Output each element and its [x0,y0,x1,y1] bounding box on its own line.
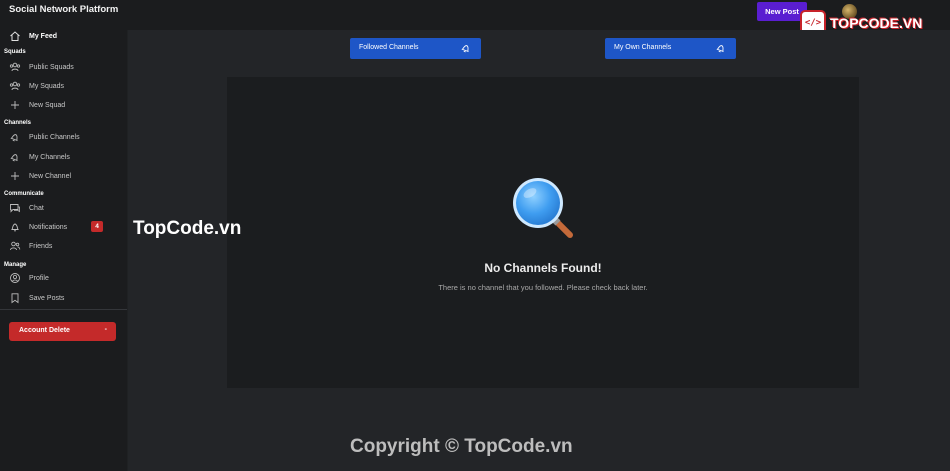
sidebar-item-notifications[interactable]: Notifications 4 [0,218,127,236]
sidebar-item-label: My Feed [29,32,58,40]
logo-text: TOPCODE.VN [830,15,923,31]
empty-state-message: There is no channel that you followed. P… [438,283,648,292]
sidebar-item-public-squads[interactable]: Public Squads [0,58,127,76]
empty-state-title: No Channels Found! [484,261,602,275]
sidebar: My Feed Squads Public Squads My Squads N… [0,26,127,471]
sidebar-item-label: Chat [29,204,44,212]
sidebar-item-label: My Squads [29,82,65,90]
bell-icon [10,154,18,162]
magnifier-icon [513,178,573,238]
group-icon [9,81,21,91]
bell-icon [10,134,18,142]
sidebar-item-my-feed[interactable]: My Feed [0,27,127,45]
account-delete-label: Account Delete [19,327,70,334]
tab-label: My Own Channels [614,44,672,51]
sidebar-item-label: Profile [29,274,49,282]
plus-icon [11,172,19,180]
sidebar-item-save-posts[interactable]: Save Posts [0,289,127,307]
tab-my-own-channels[interactable]: My Own Channels [605,38,736,59]
friends-icon [10,241,21,251]
minus-icon: - [104,326,107,333]
section-manage: Manage [4,262,27,268]
chat-icon [10,204,20,213]
tab-label: Followed Channels [359,44,419,51]
sidebar-item-label: Friends [29,242,53,250]
sidebar-item-label: Notifications [29,223,68,231]
group-icon [9,62,21,72]
sidebar-item-label: New Squad [29,101,66,109]
sidebar-item-chat[interactable]: Chat [0,199,127,217]
tab-followed-channels[interactable]: Followed Channels [350,38,481,59]
sidebar-item-profile[interactable]: Profile [0,269,127,287]
copyright-watermark: Copyright © TopCode.vn [350,436,573,457]
sidebar-divider [0,309,127,310]
sidebar-item-label: Save Posts [29,294,65,302]
account-delete-button[interactable]: Account Delete - [9,322,116,341]
sidebar-item-public-channels[interactable]: Public Channels [0,128,127,146]
section-squads: Squads [4,49,26,55]
empty-state-panel: No Channels Found! There is no channel t… [227,77,859,388]
home-icon [10,31,20,41]
sidebar-item-label: My Channels [29,153,70,161]
watermark-text: TopCode.vn [133,218,242,239]
bell-icon [461,45,469,53]
sidebar-item-label: Public Squads [29,63,74,71]
sidebar-item-my-channels[interactable]: My Channels [0,148,127,166]
section-channels: Channels [4,120,32,126]
sidebar-item-label: Public Channels [29,133,80,141]
sidebar-item-new-channel[interactable]: New Channel [0,167,127,185]
main-content: Followed Channels My Own Channels No Cha… [128,30,950,471]
section-communicate: Communicate [4,191,44,197]
bookmark-icon [11,293,19,304]
sidebar-item-friends[interactable]: Friends [0,237,127,255]
sidebar-item-label: New Channel [29,172,72,180]
bell-icon [11,223,19,232]
app-title: Social Network Platform [9,4,119,15]
plus-icon [11,101,19,109]
sidebar-item-new-squad[interactable]: New Squad [0,96,127,114]
profile-icon [10,273,20,283]
notification-count-badge: 4 [91,221,103,232]
bell-icon [716,45,724,53]
sidebar-item-my-squads[interactable]: My Squads [0,77,127,95]
